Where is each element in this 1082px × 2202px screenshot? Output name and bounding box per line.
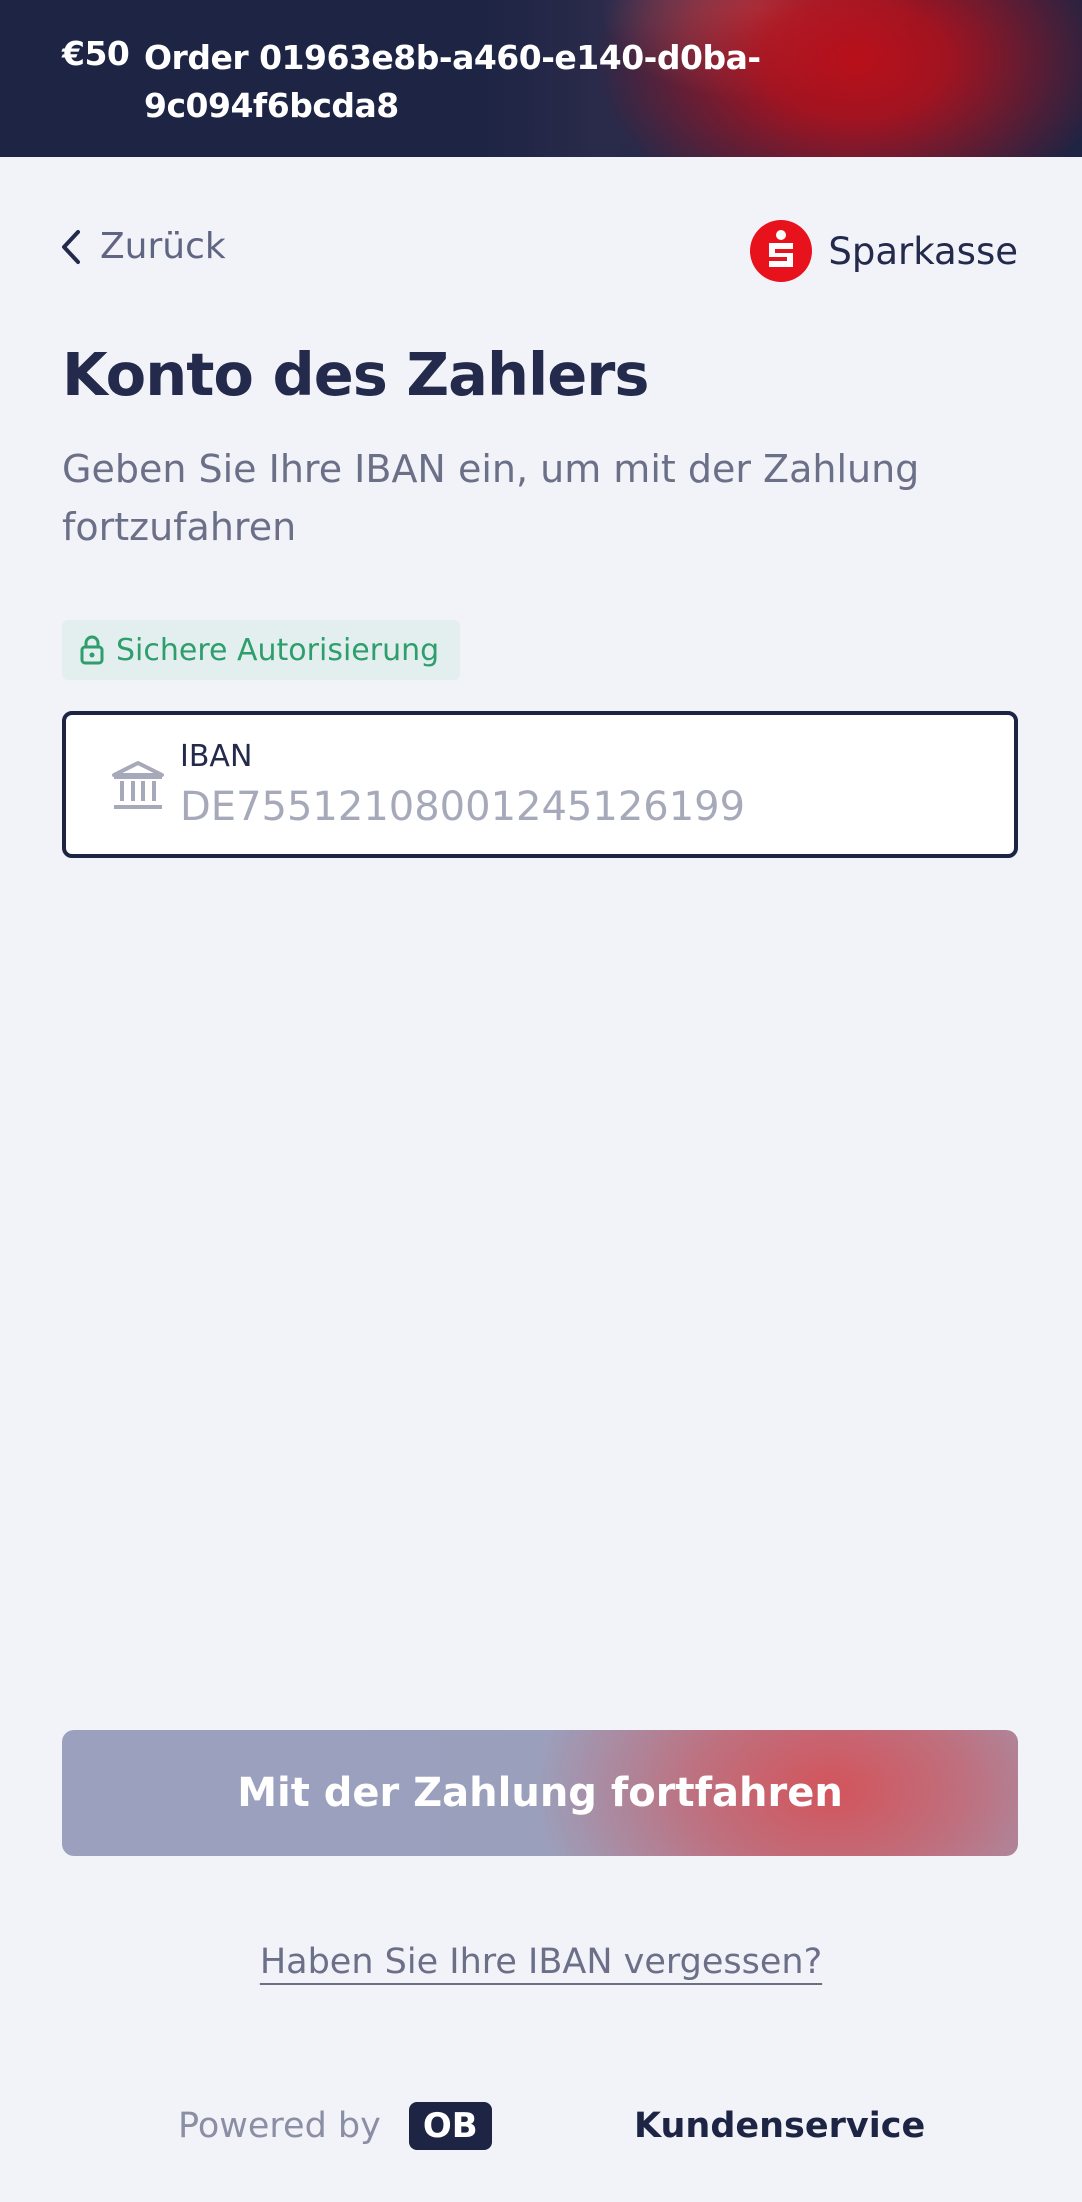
secure-badge-label: Sichere Autorisierung	[116, 632, 440, 668]
page-subtitle: Geben Sie Ihre IBAN ein, um mit der Zahl…	[62, 447, 920, 549]
back-button[interactable]: Zurück	[60, 226, 226, 267]
secure-badge: Sichere Autorisierung	[62, 620, 460, 680]
iban-field[interactable]: IBAN	[62, 711, 1018, 858]
ob-logo: OB	[408, 2102, 492, 2150]
order-id: Order 01963e8b-a460-e140-d0ba-9c094f6bcd…	[144, 38, 761, 125]
powered-by-label: Powered by	[178, 2106, 381, 2146]
forgot-iban-link[interactable]: Haben Sie Ihre IBAN vergessen?	[260, 1942, 822, 1982]
continue-button[interactable]: Mit der Zahlung fortfahren	[62, 1730, 1018, 1856]
sparkasse-logo-icon	[750, 220, 813, 282]
bank-brand: Sparkasse	[750, 220, 1018, 282]
order-header: €50 Order 01963e8b-a460-e140-d0ba-9c094f…	[0, 0, 1082, 157]
page-title: Konto des Zahlers	[62, 340, 649, 409]
lock-icon	[80, 635, 104, 665]
forgot-iban-container: Haben Sie Ihre IBAN vergessen?	[0, 1942, 1082, 1982]
powered-by: Powered by OB	[178, 2102, 492, 2150]
payment-page: €50 Order 01963e8b-a460-e140-d0ba-9c094f…	[0, 0, 1082, 2202]
support-link[interactable]: Kundenservice	[634, 2106, 925, 2146]
order-amount: €50	[62, 34, 130, 73]
back-label: Zurück	[100, 226, 226, 267]
footer: Powered by OB Kundenservice	[0, 2092, 1082, 2162]
iban-input[interactable]	[180, 779, 980, 835]
chevron-left-icon	[62, 229, 80, 264]
iban-label: IBAN	[180, 739, 253, 774]
bank-building-icon	[112, 761, 164, 809]
bank-name: Sparkasse	[828, 229, 1018, 273]
